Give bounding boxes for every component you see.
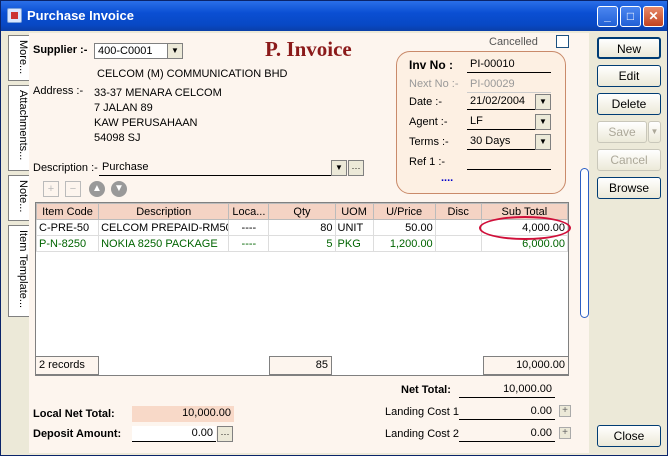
close-button[interactable]: Close [597,425,661,447]
description-dropdown-button[interactable]: ▼ [331,160,347,176]
cell-qty[interactable]: 5 [268,235,336,252]
supplier-code-field[interactable]: 400-C0001 [94,43,168,59]
description-field[interactable]: Purchase [99,160,331,176]
deposit-amount-label: Deposit Amount: [33,428,122,440]
cell-location[interactable]: ---- [228,219,270,236]
minimize-button[interactable]: _ [597,6,618,27]
cell-unit-price[interactable]: 50.00 [372,219,436,236]
deposit-amount-field[interactable]: 0.00 [132,426,216,442]
cell-uom[interactable]: UNIT [334,219,374,236]
cell-item-code[interactable]: C-PRE-50 [35,219,100,236]
deposit-more-button[interactable]: ··· [217,426,233,442]
grid-footer: 2 records 85 10,000.00 [35,356,569,376]
next-no-field: PI-00029 [467,77,551,93]
subtotal-total: 10,000.00 [483,356,569,375]
close-window-button[interactable]: ✕ [643,6,664,27]
cell-location[interactable]: ---- [228,235,270,252]
edit-button[interactable]: Edit [597,65,661,87]
agent-field[interactable]: LF [467,114,535,130]
cell-uom[interactable]: PKG [334,235,374,252]
description-more-button[interactable]: ··· [348,160,364,176]
cell-qty[interactable]: 80 [268,219,336,236]
landing-cost-2-field[interactable]: 0.00 [459,426,555,442]
purchase-invoice-window: Purchase Invoice _ □ ✕ More... Attachmen… [0,0,668,456]
cell-disc[interactable] [434,235,482,252]
cell-disc[interactable] [434,219,482,236]
cancelled-label: Cancelled [489,36,538,48]
cancel-button[interactable]: Cancel [597,149,661,171]
cell-description[interactable]: NOKIA 8250 PACKAGE [98,235,230,252]
description-label: Description :- [33,162,98,174]
maximize-button[interactable]: □ [620,6,641,27]
table-row[interactable]: P-N-8250 NOKIA 8250 PACKAGE ---- 5 PKG 1… [35,235,569,252]
address-block: 33-37 MENARA CELCOM 7 JALAN 89 KAW PERUS… [94,86,336,146]
net-total-value: 10,000.00 [459,382,555,398]
date-dropdown-button[interactable]: ▼ [535,94,551,110]
col-disc[interactable]: Disc [434,203,482,220]
cancelled-checkbox[interactable] [556,35,569,48]
inv-no-field[interactable]: PI-00010 [467,57,551,73]
supplier-label: Supplier :- [33,44,88,56]
ref1-field[interactable] [467,154,551,170]
save-button[interactable]: Save [597,121,647,143]
tab-more[interactable]: More... [8,35,30,81]
terms-field[interactable]: 30 Days [467,134,535,150]
terms-dropdown-button[interactable]: ▼ [535,134,551,150]
delete-button[interactable]: Delete [597,93,661,115]
new-button[interactable]: New [597,37,661,59]
cell-description[interactable]: CELCOM PREPAID-RM50 [98,219,230,236]
landing-cost-1-label: Landing Cost 1: [385,406,463,418]
title-bar: Purchase Invoice _ □ ✕ [1,1,667,31]
cell-item-code[interactable]: P-N-8250 [35,235,100,252]
col-location[interactable]: Loca... [228,203,270,220]
vertical-scrollbar[interactable] [580,168,589,318]
col-qty[interactable]: Qty [268,203,336,220]
more-info-link[interactable]: .... [441,172,453,184]
move-up-icon[interactable]: ▲ [89,181,105,197]
save-dropdown-button[interactable]: ▼ [648,121,661,143]
highlight-circle [479,216,571,240]
app-icon [7,8,22,23]
cell-unit-price[interactable]: 1,200.00 [372,235,436,252]
ref1-label: Ref 1 :- [409,156,446,168]
col-uom[interactable]: UOM [334,203,374,220]
terms-label: Terms :- [409,136,449,148]
remove-row-icon[interactable]: − [65,181,81,197]
add-row-icon[interactable]: + [43,181,59,197]
agent-label: Agent :- [409,116,448,128]
col-item-code[interactable]: Item Code [35,203,100,220]
grid-header-row: Item Code Description Loca... Qty UOM U/… [35,203,569,220]
supplier-dropdown-button[interactable]: ▼ [167,43,183,59]
tab-item-template[interactable]: Item Template... [8,225,30,317]
supplier-name: CELCOM (M) COMMUNICATION BHD [94,67,336,83]
records-count: 2 records [35,356,99,375]
address-label: Address :- [33,85,84,97]
local-net-total-label: Local Net Total: [33,408,115,420]
page-heading: P. Invoice [265,37,352,61]
address-line: 54098 SJ [94,132,141,144]
address-line: 7 JALAN 89 [94,102,153,114]
landing-cost-2-label: Landing Cost 2: [385,428,463,440]
col-description[interactable]: Description [98,203,230,220]
landing-cost-1-field[interactable]: 0.00 [459,404,555,420]
date-label: Date :- [409,96,443,108]
net-total-label: Net Total: [401,384,451,396]
tab-attachments[interactable]: Attachments... [8,85,30,171]
address-line: 33-37 MENARA CELCOM [94,87,222,99]
move-down-icon[interactable]: ▼ [111,181,127,197]
address-line: KAW PERUSAHAAN [94,117,198,129]
inv-no-label: Inv No : [409,58,453,72]
qty-total: 85 [269,356,332,375]
agent-dropdown-button[interactable]: ▼ [535,114,551,130]
window-title: Purchase Invoice [27,8,134,23]
date-field[interactable]: 21/02/2004 [467,94,535,110]
local-net-total-value: 10,000.00 [132,406,234,422]
browse-button[interactable]: Browse [597,177,661,199]
next-no-label: Next No :- [409,78,459,90]
invoice-info-panel: Inv No : PI-00010 Next No :- PI-00029 Da… [396,51,566,194]
col-unit-price[interactable]: U/Price [372,203,436,220]
landing-cost-1-plus-icon[interactable]: + [559,405,571,417]
landing-cost-2-plus-icon[interactable]: + [559,427,571,439]
tab-note[interactable]: Note... [8,175,30,221]
